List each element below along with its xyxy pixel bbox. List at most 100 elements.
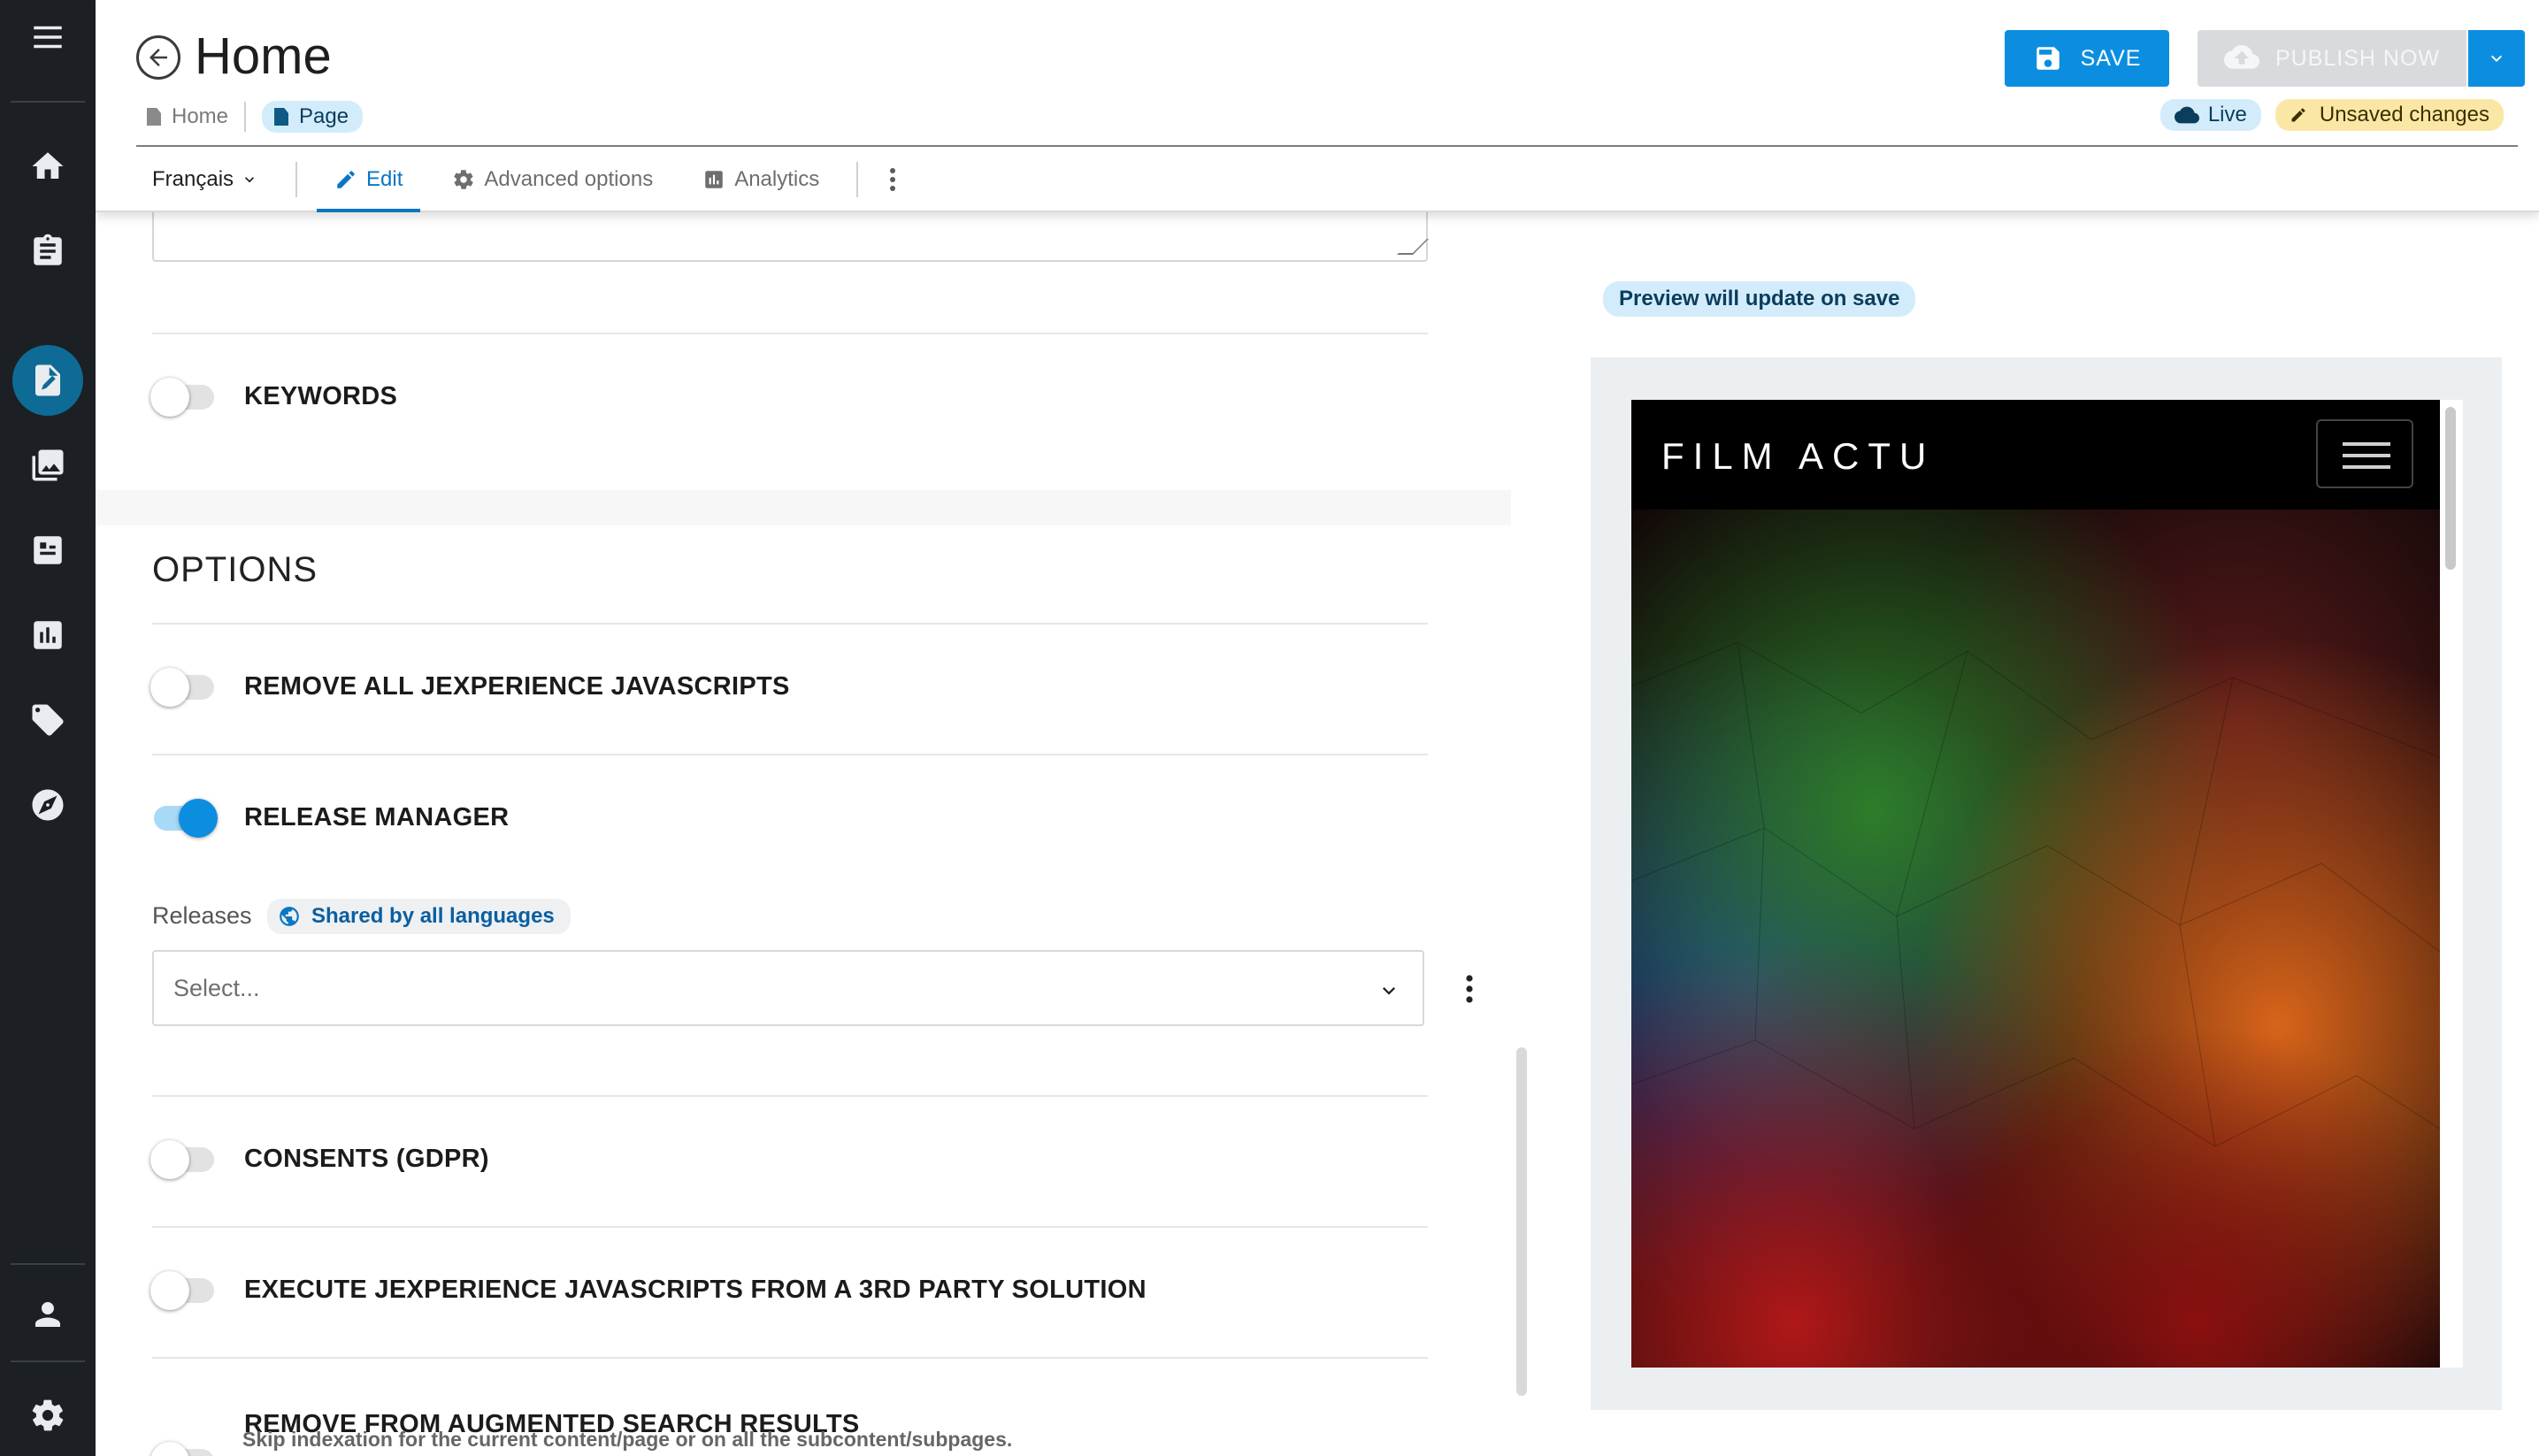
save-button-label: SAVE (2080, 45, 2142, 71)
divider (152, 1226, 1428, 1228)
status-badges: Live Unsaved changes (2159, 99, 2504, 131)
remove-jexperience-label: REMOVE ALL JEXPERIENCE JAVASCRIPTS (244, 672, 790, 701)
keywords-label: KEYWORDS (244, 382, 398, 410)
compass-icon[interactable] (12, 770, 83, 840)
keywords-toggle[interactable] (150, 377, 214, 417)
release-manager-toggle-row: RELEASE MANAGER (154, 798, 510, 838)
tag-icon[interactable] (12, 685, 83, 755)
preview-panel: Preview will update on save FILM ACTU (1539, 212, 2539, 1456)
third-party-javascripts-toggle[interactable] (150, 1270, 214, 1310)
description-textarea[interactable] (152, 212, 1429, 262)
tab-advanced-options[interactable]: Advanced options (452, 147, 653, 212)
consents-toggle-row: CONSENTS (GDPR) (150, 1139, 489, 1179)
publish-now-button[interactable]: PUBLISH NOW (2198, 30, 2466, 87)
toggle-knob (150, 1270, 189, 1310)
remove-jexperience-toggle[interactable] (150, 667, 214, 707)
breadcrumb-separator (244, 102, 247, 132)
sidebar-divider (11, 1263, 85, 1265)
editor-scrollbar[interactable] (1516, 1047, 1527, 1396)
pencil-icon (337, 171, 355, 188)
divider (152, 1357, 1428, 1359)
releases-more-button[interactable] (1463, 973, 1476, 1005)
toggle-knob (150, 1442, 189, 1456)
shared-languages-label: Shared by all languages (311, 904, 555, 928)
preview-frame: FILM ACTU (1591, 357, 2502, 1410)
third-party-toggle-row: EXECUTE JEXPERIENCE JAVASCRIPTS FROM A 3… (150, 1270, 1147, 1310)
arrow-left-icon (150, 49, 167, 66)
tab-advanced-options-label: Advanced options (484, 167, 654, 191)
document-icon (147, 108, 161, 126)
release-manager-label: RELEASE MANAGER (244, 803, 510, 831)
bar-chart-icon (705, 171, 723, 188)
augmented-search-description: Skip indexation for the current content/… (242, 1428, 1013, 1451)
editor-panel: KEYWORDS OPTIONS REMOVE ALL JEXPERIENCE … (96, 212, 1511, 1456)
releases-select-placeholder: Select... (173, 975, 260, 1001)
tab-edit[interactable]: Edit (316, 147, 421, 212)
live-badge-label: Live (2207, 103, 2247, 126)
gear-icon (454, 170, 474, 189)
tab-analytics[interactable]: Analytics (702, 147, 819, 212)
divider (152, 623, 1428, 625)
release-manager-toggle[interactable] (154, 798, 218, 838)
toggle-knob (150, 377, 189, 417)
shared-languages-badge: Shared by all languages (267, 899, 571, 934)
options-section-title: OPTIONS (152, 550, 318, 589)
hero-image (1631, 510, 2440, 1368)
preview-scrollbar[interactable] (2445, 407, 2456, 570)
site-brand: FILM ACTU (1661, 435, 1936, 477)
editor-tabs: Français Edit Advanced options Analytics (152, 147, 906, 212)
breadcrumb-parent[interactable]: Home (172, 104, 228, 129)
toggle-knob (150, 667, 189, 707)
save-button[interactable]: SAVE (2005, 30, 2169, 87)
tab-separator (856, 162, 859, 197)
tab-separator (295, 162, 298, 197)
chevron-down-icon (245, 177, 255, 183)
tab-analytics-label: Analytics (734, 167, 820, 191)
releases-label: Releases (152, 902, 252, 929)
chevron-down-icon (2491, 55, 2502, 62)
divider (152, 333, 1428, 334)
page-header: Home Home Page SAVE PUBLISH NOW Live Uns… (96, 0, 2539, 212)
back-button[interactable] (136, 35, 180, 80)
third-party-javascripts-label: EXECUTE JEXPERIENCE JAVASCRIPTS FROM A 3… (244, 1276, 1147, 1304)
keywords-toggle-row: KEYWORDS (150, 377, 398, 417)
globe-icon (280, 907, 299, 926)
settings-icon[interactable] (12, 1380, 83, 1451)
divider (152, 1095, 1428, 1097)
publish-options-dropdown[interactable] (2468, 30, 2525, 87)
tab-edit-label: Edit (366, 167, 403, 191)
sidebar-divider (11, 1360, 85, 1362)
more-vertical-icon (1466, 975, 1473, 1003)
publish-button-label: PUBLISH NOW (2274, 45, 2441, 71)
consents-gdpr-label: CONSENTS (GDPR) (244, 1145, 489, 1173)
site-preview: FILM ACTU (1631, 400, 2440, 1368)
breadcrumb-current: Page (262, 101, 364, 133)
user-icon[interactable] (12, 1279, 83, 1350)
analytics-icon[interactable] (12, 600, 83, 671)
page-title: Home (195, 27, 332, 85)
site-header: FILM ACTU (1631, 400, 2440, 510)
content-list-icon[interactable] (12, 515, 83, 586)
divider (152, 754, 1428, 755)
hamburger-menu-icon (2316, 419, 2413, 488)
releases-select[interactable]: Select... (152, 950, 1424, 1026)
images-icon[interactable] (12, 430, 83, 501)
page-editor-icon[interactable] (12, 345, 83, 416)
augmented-search-toggle[interactable] (150, 1442, 214, 1456)
more-actions-button[interactable] (879, 162, 906, 197)
resize-handle-icon[interactable] (1397, 239, 1429, 255)
cloud-upload-icon (2223, 45, 2259, 69)
clipboard-icon[interactable] (12, 216, 83, 287)
unsaved-changes-label: Unsaved changes (2319, 103, 2489, 126)
sidebar-divider (11, 101, 85, 103)
app-sidebar (0, 0, 96, 1456)
home-icon[interactable] (12, 131, 83, 202)
menu-icon[interactable] (12, 2, 83, 73)
consents-gdpr-toggle[interactable] (150, 1139, 214, 1179)
remove-jexperience-toggle-row: REMOVE ALL JEXPERIENCE JAVASCRIPTS (150, 667, 790, 707)
breadcrumb: Home Page (147, 101, 364, 133)
language-selector[interactable]: Français (152, 167, 258, 192)
preview-notice-badge: Preview will update on save (1603, 281, 1916, 317)
breadcrumb-current-label: Page (299, 104, 349, 128)
more-vertical-icon (890, 168, 896, 191)
